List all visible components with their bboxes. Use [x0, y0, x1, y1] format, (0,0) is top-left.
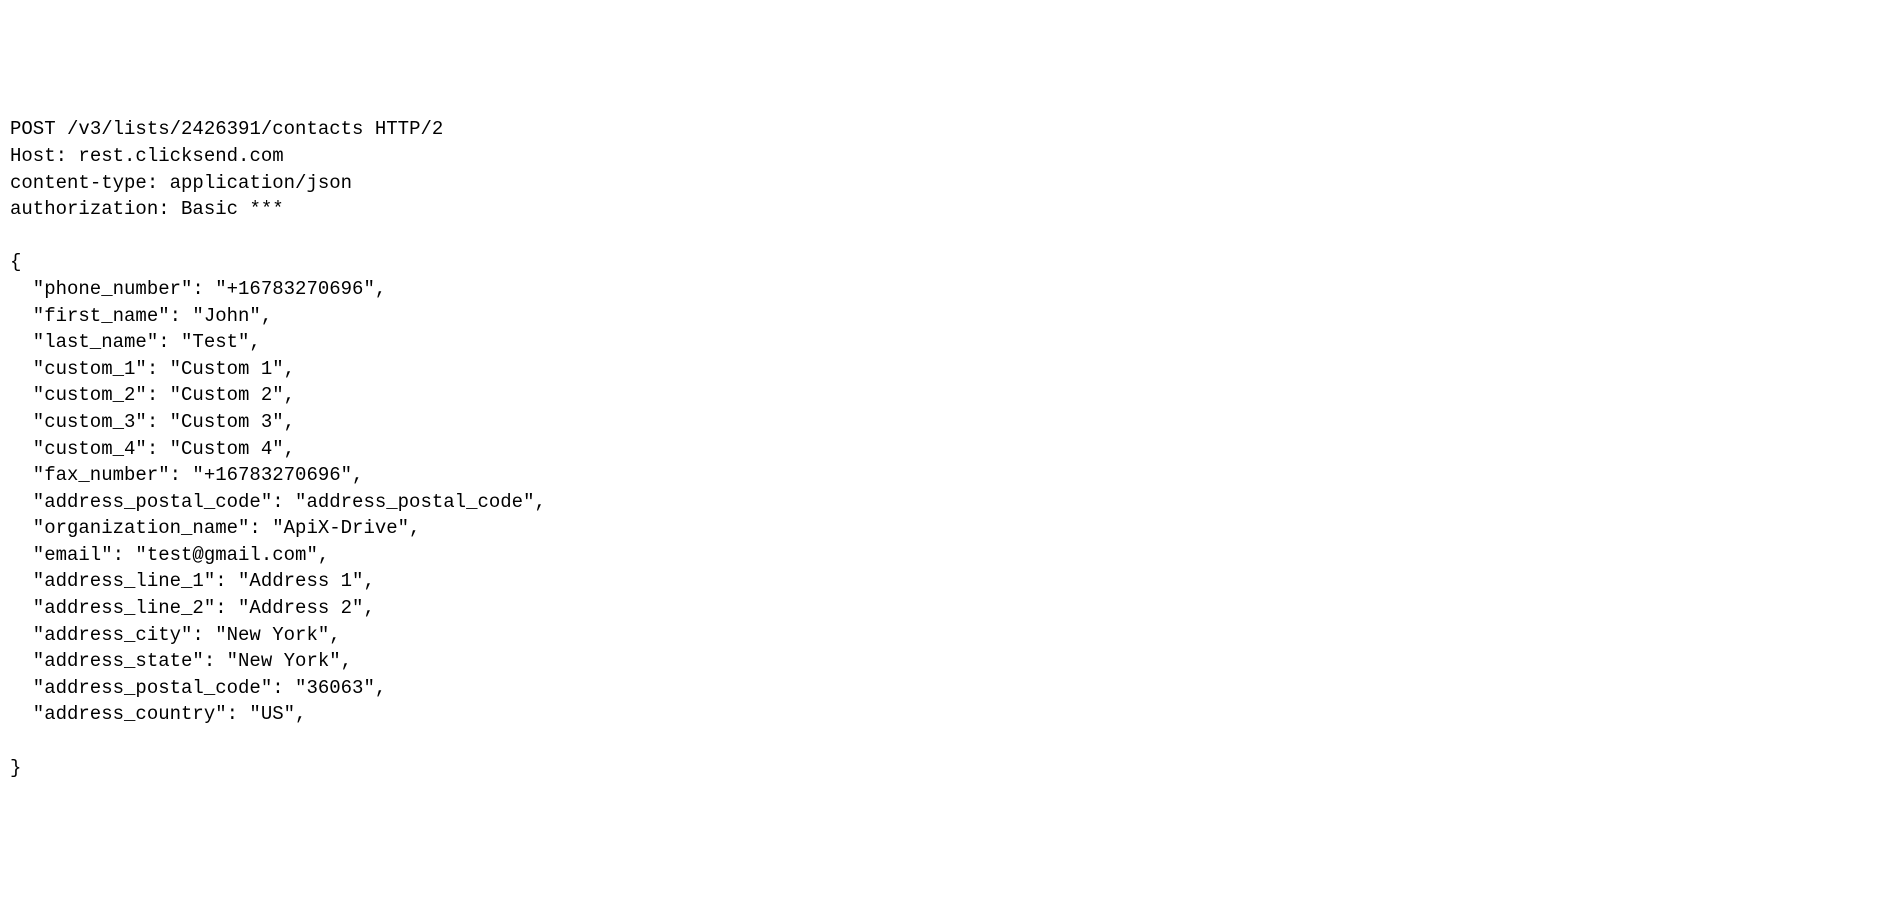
json-field-first-name: "first_name": "John",: [10, 305, 272, 327]
content-type-header: content-type: application/json: [10, 172, 352, 194]
host-header: Host: rest.clicksend.com: [10, 145, 284, 167]
authorization-header: authorization: Basic ***: [10, 198, 284, 220]
http-request-block: POST /v3/lists/2426391/contacts HTTP/2 H…: [10, 116, 1890, 781]
json-field-custom-3: "custom_3": "Custom 3",: [10, 411, 295, 433]
json-field-address-state: "address_state": "New York",: [10, 650, 352, 672]
json-field-email: "email": "test@gmail.com",: [10, 544, 329, 566]
json-field-phone-number: "phone_number": "+16783270696",: [10, 278, 386, 300]
json-field-address-postal-code-1: "address_postal_code": "address_postal_c…: [10, 491, 546, 513]
json-field-address-line-1: "address_line_1": "Address 1",: [10, 570, 375, 592]
json-field-address-city: "address_city": "New York",: [10, 624, 341, 646]
json-field-organization-name: "organization_name": "ApiX-Drive",: [10, 517, 420, 539]
json-field-custom-4: "custom_4": "Custom 4",: [10, 438, 295, 460]
json-field-address-postal-code-2: "address_postal_code": "36063",: [10, 677, 386, 699]
json-field-custom-1: "custom_1": "Custom 1",: [10, 358, 295, 380]
request-line: POST /v3/lists/2426391/contacts HTTP/2: [10, 118, 443, 140]
json-field-last-name: "last_name": "Test",: [10, 331, 261, 353]
json-field-address-line-2: "address_line_2": "Address 2",: [10, 597, 375, 619]
json-close-brace: }: [10, 757, 21, 779]
json-field-custom-2: "custom_2": "Custom 2",: [10, 384, 295, 406]
json-open-brace: {: [10, 251, 21, 273]
json-field-address-country: "address_country": "US",: [10, 703, 306, 725]
json-field-fax-number: "fax_number": "+16783270696",: [10, 464, 363, 486]
